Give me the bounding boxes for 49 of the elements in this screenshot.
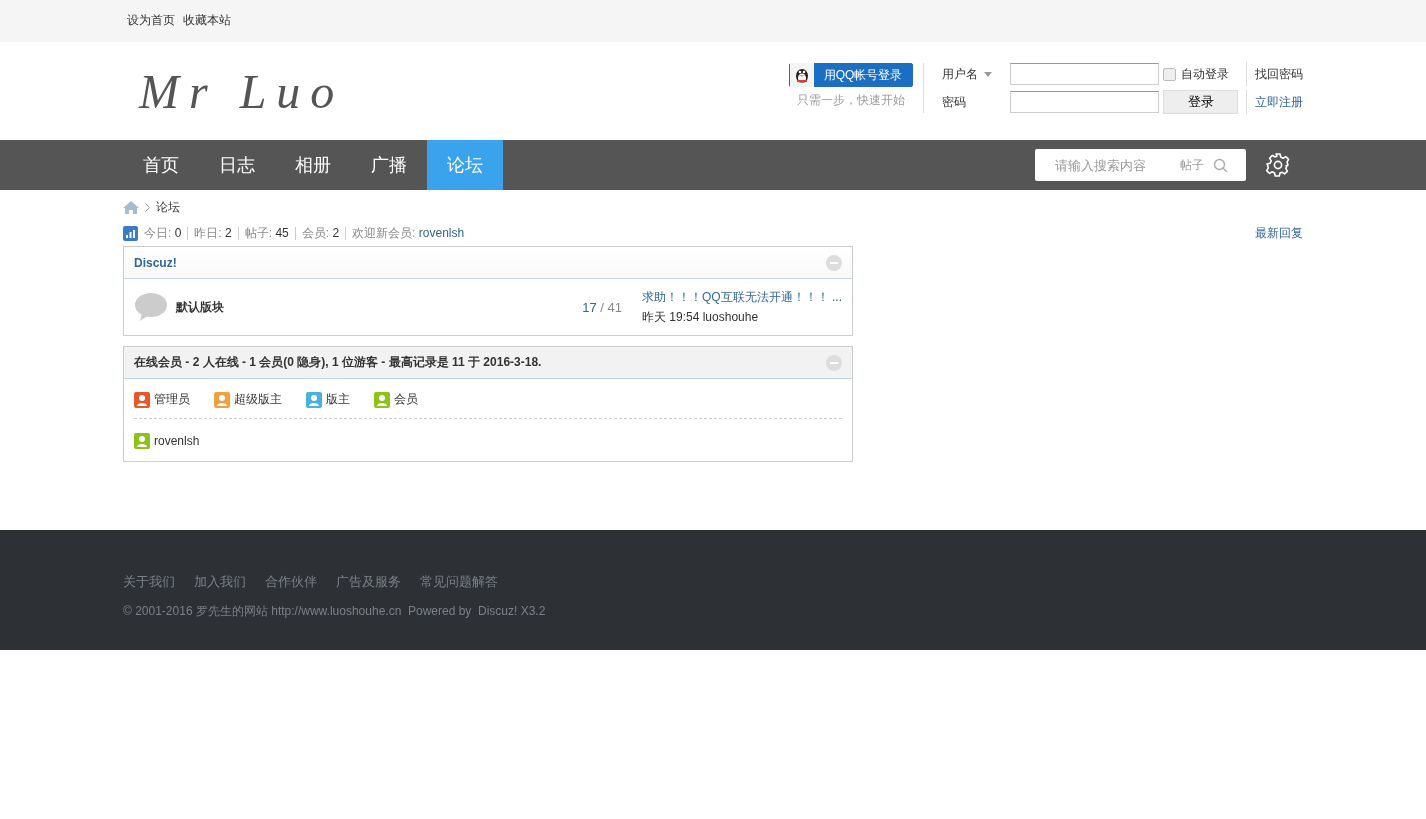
- password-field[interactable]: [1010, 91, 1159, 113]
- site-logo[interactable]: Mr Luo: [139, 63, 789, 119]
- nav-tab[interactable]: 广播: [351, 140, 427, 190]
- password-label: 密码: [942, 93, 967, 111]
- stat-item: 帖子: 45: [244, 226, 296, 240]
- breadcrumb-link[interactable]: 论坛: [156, 198, 180, 216]
- home-icon[interactable]: [123, 200, 139, 214]
- collapse-icon[interactable]: [826, 354, 842, 371]
- welcome-label: 欢迎新会员:: [352, 225, 416, 240]
- latest-replies-link[interactable]: 最新回复: [1255, 224, 1303, 242]
- qq-login-hint: 只需一步，快速开始: [797, 92, 905, 109]
- forum-counts: 17 / 41: [582, 299, 622, 315]
- new-member-link[interactable]: rovenlsh: [418, 225, 465, 240]
- online-user-link[interactable]: rovenlsh: [154, 434, 200, 448]
- topbar-link[interactable]: 收藏本站: [183, 11, 231, 29]
- role-label: 管理员: [154, 391, 190, 408]
- role-label: 版主: [326, 391, 350, 408]
- auto-login-checkbox[interactable]: [1163, 67, 1176, 81]
- penguin-icon: [790, 63, 814, 87]
- nav-tab[interactable]: 首页: [123, 140, 199, 190]
- register-link[interactable]: 立即注册: [1246, 90, 1303, 114]
- settings-icon[interactable]: [1265, 152, 1291, 178]
- footer-link[interactable]: 加入我们: [194, 573, 246, 591]
- category-title[interactable]: Discuz!: [134, 255, 177, 270]
- last-post-info: 昨天 19:54 luoshouhe: [642, 308, 760, 326]
- online-title: 在线会员 - 2 人在线 - 1 会员(0 隐身), 1 位游客 - 最高记录是 11 于 2016-3-18.: [134, 354, 542, 371]
- caret-icon[interactable]: [984, 71, 992, 77]
- nav-tab[interactable]: 相册: [275, 140, 351, 190]
- topbar-link[interactable]: 设为首页: [127, 11, 175, 29]
- collapse-icon[interactable]: [826, 254, 842, 271]
- stat-item: 昨日: 2: [194, 226, 239, 240]
- speech-bubble-icon: [134, 292, 168, 322]
- nav-tab[interactable]: 日志: [199, 140, 275, 190]
- username-field[interactable]: [1010, 63, 1159, 85]
- search-icon[interactable]: [1213, 157, 1228, 173]
- forgot-password-link[interactable]: 找回密码: [1246, 62, 1303, 86]
- chevron-icon: [145, 202, 150, 212]
- login-button[interactable]: 登录: [1163, 90, 1238, 114]
- role-label: 会员: [394, 391, 418, 408]
- bar-chart-icon: [123, 225, 138, 241]
- role-label: 超级版主: [234, 391, 282, 408]
- copyright-text: © 2001-2016 罗先生的网站 http://www.luoshouhe.cn Powered by Discuz! X3.2: [123, 603, 547, 620]
- auto-login-label: 自动登录: [1181, 65, 1229, 83]
- last-post-link[interactable]: 求助！！！QQ互联无法开通！！！ ...: [642, 288, 842, 306]
- forum-name[interactable]: 默认版块: [176, 298, 224, 316]
- stat-item: 会员: 2: [301, 226, 347, 240]
- qq-login-button[interactable]: 用QQ帐号登录: [789, 63, 913, 87]
- stat-item: 今日: 0: [144, 226, 189, 240]
- username-label[interactable]: 用户名: [942, 65, 1006, 83]
